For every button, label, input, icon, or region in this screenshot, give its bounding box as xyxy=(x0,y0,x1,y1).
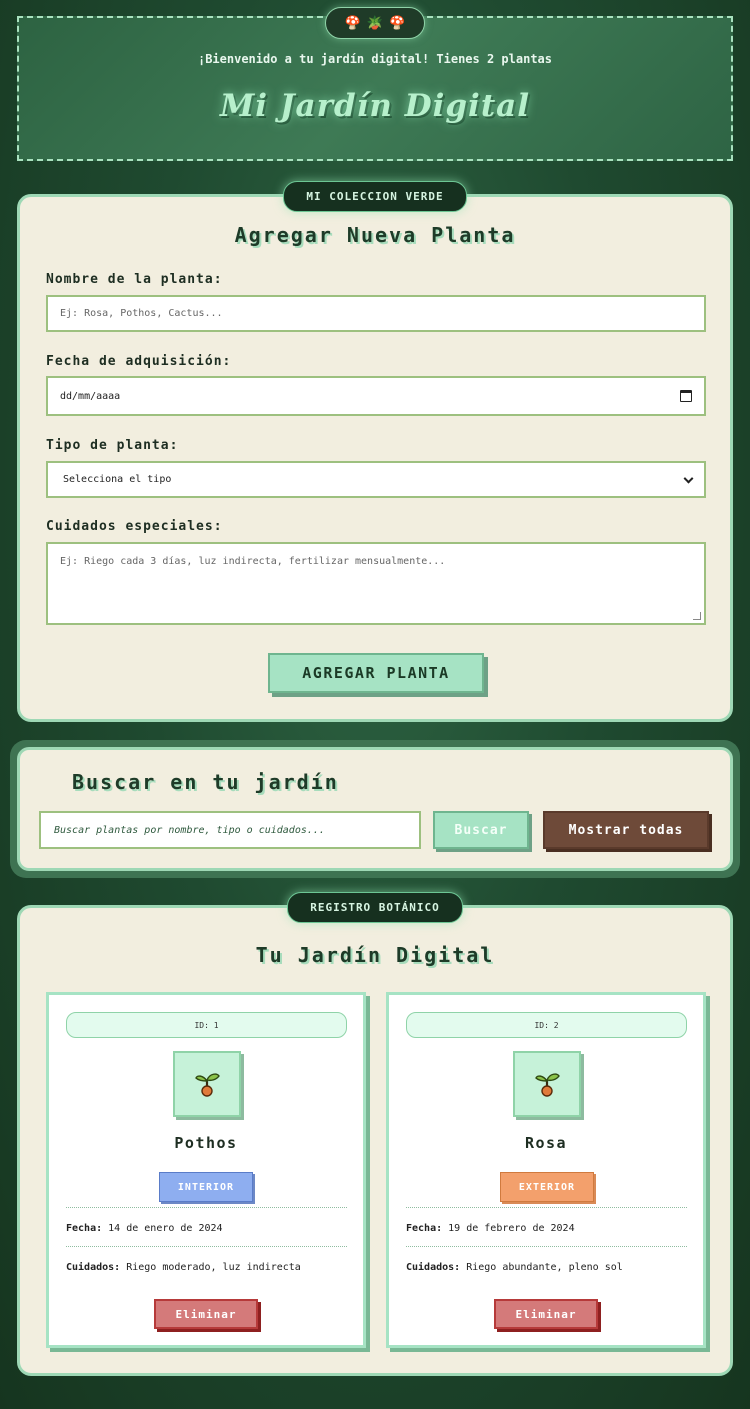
special-care-textarea[interactable]: Ej: Riego cada 3 días, luz indirecta, fe… xyxy=(46,542,706,625)
header-icon-pill: 🍄 🪴 🍄 xyxy=(325,7,425,39)
search-card: Buscar en tu jardín Buscar plantas por n… xyxy=(17,747,733,871)
chevron-down-icon xyxy=(683,473,694,484)
divider xyxy=(66,1246,347,1247)
calendar-icon[interactable] xyxy=(680,390,692,402)
delete-button[interactable]: Eliminar xyxy=(154,1299,258,1329)
mushroom-icon: 🍄 xyxy=(389,15,406,31)
plant-type-label: Tipo de planta: xyxy=(46,438,179,453)
plant-name-input[interactable]: Ej: Rosa, Pothos, Cactus... xyxy=(46,295,706,332)
botanical-register-tab-label: REGISTRO BOTÁNICO xyxy=(287,892,463,923)
potted-plant-icon: 🪴 xyxy=(366,15,384,31)
care-value: Riego moderado, luz indirecta xyxy=(126,1262,301,1273)
acquisition-date-input[interactable]: dd/mm/aaaa xyxy=(46,376,706,416)
plant-name-label: Nombre de la planta: xyxy=(46,272,223,287)
search-title: Buscar en tu jardín xyxy=(72,770,339,794)
plant-card: ID: 2 Rosa EXTERIOR Fecha: 19 de febrero… xyxy=(386,992,706,1348)
divider xyxy=(406,1246,687,1247)
add-plant-title: Agregar Nueva Planta xyxy=(234,223,516,247)
add-plant-card: Agregar Nueva Planta Nombre de la planta… xyxy=(17,194,733,722)
sprout-icon xyxy=(535,1073,560,1097)
care-label: Cuidados: xyxy=(66,1262,121,1273)
plant-card: ID: 1 Pothos INTERIOR Fecha: 14 de enero… xyxy=(46,992,366,1348)
show-all-button[interactable]: Mostrar todas xyxy=(543,811,709,849)
plant-name: Pothos xyxy=(174,1134,238,1152)
sprout-icon xyxy=(195,1073,220,1097)
plant-id-badge: ID: 1 xyxy=(66,1012,347,1038)
mushroom-icon: 🍄 xyxy=(344,15,361,31)
special-care-label: Cuidados especiales: xyxy=(46,519,223,534)
care-value: Riego abundante, pleno sol xyxy=(466,1262,623,1273)
plant-type-badge: EXTERIOR xyxy=(500,1172,594,1202)
date-placeholder: dd/mm/aaaa xyxy=(60,390,121,402)
collection-tab-label: MI COLECCION VERDE xyxy=(283,181,467,212)
plant-name-placeholder: Ej: Rosa, Pothos, Cactus... xyxy=(60,308,223,319)
plant-type-badge: INTERIOR xyxy=(159,1172,253,1202)
garden-card: Tu Jardín Digital ID: 1 Pothos INTERIOR … xyxy=(17,905,733,1376)
plant-date: Fecha: 19 de febrero de 2024 xyxy=(406,1223,575,1234)
plant-type-select[interactable]: Selecciona el tipo xyxy=(46,461,706,498)
plant-care: Cuidados: Riego abundante, pleno sol xyxy=(406,1262,623,1273)
search-placeholder: Buscar plantas por nombre, tipo o cuidad… xyxy=(54,824,325,836)
plant-type-selected: Selecciona el tipo xyxy=(63,474,172,485)
plant-icon-box xyxy=(513,1051,581,1117)
date-label: Fecha: xyxy=(406,1223,443,1234)
acquisition-date-label: Fecha de adquisición: xyxy=(46,354,232,369)
plant-date: Fecha: 14 de enero de 2024 xyxy=(66,1223,223,1234)
plant-id-badge: ID: 2 xyxy=(406,1012,687,1038)
special-care-placeholder: Ej: Riego cada 3 días, luz indirecta, fe… xyxy=(60,556,446,567)
resize-handle-icon[interactable] xyxy=(693,612,701,620)
search-input[interactable]: Buscar plantas por nombre, tipo o cuidad… xyxy=(39,811,421,849)
page-title: Mi Jardín Digital xyxy=(219,88,531,124)
date-label: Fecha: xyxy=(66,1223,103,1234)
search-section: Buscar en tu jardín Buscar plantas por n… xyxy=(10,740,740,878)
divider xyxy=(406,1207,687,1208)
welcome-message: ¡Bienvenido a tu jardín digital! Tienes … xyxy=(197,52,552,66)
date-value: 14 de enero de 2024 xyxy=(108,1223,223,1234)
divider xyxy=(66,1207,347,1208)
plant-name: Rosa xyxy=(524,1134,568,1152)
add-plant-button[interactable]: AGREGAR PLANTA xyxy=(268,653,484,693)
garden-title: Tu Jardín Digital xyxy=(255,943,495,967)
plant-icon-box xyxy=(173,1051,241,1117)
delete-button[interactable]: Eliminar xyxy=(494,1299,598,1329)
plant-care: Cuidados: Riego moderado, luz indirecta xyxy=(66,1262,301,1273)
search-button[interactable]: Buscar xyxy=(433,811,529,849)
date-value: 19 de febrero de 2024 xyxy=(448,1223,575,1234)
care-label: Cuidados: xyxy=(406,1262,461,1273)
